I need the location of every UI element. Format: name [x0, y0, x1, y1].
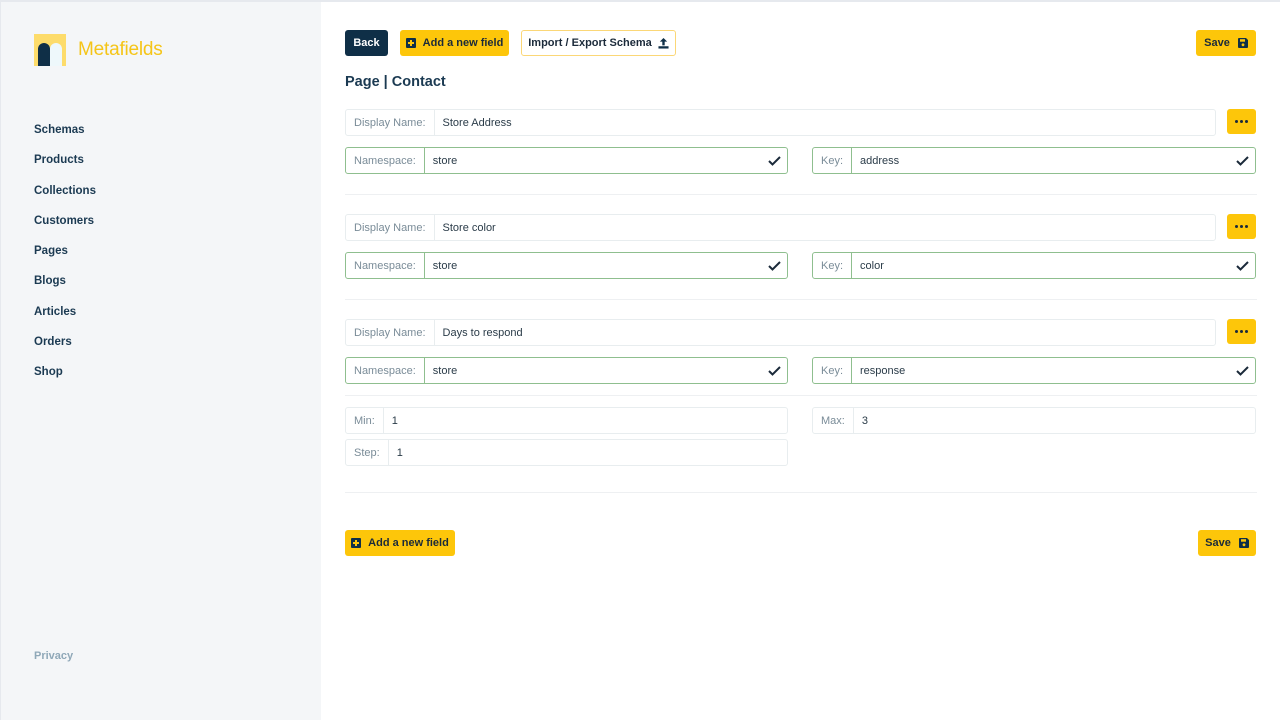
options-divider	[345, 395, 1257, 396]
check-icon	[767, 148, 781, 173]
floppy-disk-icon	[1238, 538, 1249, 548]
key-field[interactable]: Key:	[812, 147, 1256, 174]
sidebar-item-orders[interactable]: Orders	[34, 334, 96, 364]
namespace-label: Namespace:	[346, 148, 425, 173]
upload-icon	[658, 37, 669, 49]
field-divider	[345, 492, 1257, 493]
app-name: Metafields	[78, 39, 163, 60]
page-title: Page | Contact	[345, 74, 446, 90]
add-field-button-label: Add a new field	[368, 537, 449, 549]
logo-mark-icon	[34, 34, 66, 66]
namespace-input[interactable]	[424, 148, 767, 173]
key-input[interactable]	[852, 148, 1235, 173]
max-field[interactable]: Max:	[812, 407, 1256, 434]
sidebar-item-products[interactable]: Products	[34, 152, 96, 182]
display-name-input[interactable]	[434, 215, 1215, 240]
display-name-input[interactable]	[434, 110, 1215, 135]
field-options-button[interactable]	[1227, 214, 1256, 239]
key-input[interactable]	[852, 358, 1235, 383]
sidebar-nav: Schemas Products Collections Customers P…	[34, 122, 96, 395]
namespace-field[interactable]: Namespace:	[345, 147, 788, 174]
key-field[interactable]: Key:	[812, 252, 1256, 279]
min-label: Min:	[346, 408, 384, 433]
max-label: Max:	[813, 408, 854, 433]
field-options-button[interactable]	[1227, 109, 1256, 134]
app-logo[interactable]: Metafields	[34, 34, 163, 66]
field-divider	[345, 194, 1257, 195]
add-field-button-bottom[interactable]: Add a new field	[345, 530, 455, 556]
max-input[interactable]	[853, 408, 1255, 433]
more-dots-icon	[1235, 225, 1238, 228]
sidebar-item-pages[interactable]: Pages	[34, 243, 96, 273]
sidebar-item-blogs[interactable]: Blogs	[34, 273, 96, 303]
more-dots-icon	[1235, 330, 1238, 333]
namespace-label: Namespace:	[346, 358, 425, 383]
check-icon	[767, 253, 781, 278]
display-name-field[interactable]: Display Name:	[345, 109, 1216, 136]
min-input[interactable]	[383, 408, 787, 433]
namespace-field[interactable]: Namespace:	[345, 252, 788, 279]
display-name-input[interactable]	[434, 320, 1215, 345]
namespace-field[interactable]: Namespace:	[345, 357, 788, 384]
sidebar-item-collections[interactable]: Collections	[34, 183, 96, 213]
save-button-bottom[interactable]: Save	[1198, 530, 1256, 556]
import-export-schema-button[interactable]: Import / Export Schema	[521, 30, 676, 56]
privacy-link[interactable]: Privacy	[34, 650, 73, 662]
step-input[interactable]	[388, 440, 787, 465]
import-export-button-label: Import / Export Schema	[528, 37, 652, 49]
save-button-label: Save	[1204, 37, 1230, 49]
key-label: Key:	[813, 253, 853, 278]
check-icon	[1235, 148, 1249, 173]
key-label: Key:	[813, 148, 853, 173]
save-button-top[interactable]: Save	[1196, 30, 1256, 56]
step-field[interactable]: Step:	[345, 439, 788, 466]
namespace-label: Namespace:	[346, 253, 425, 278]
display-name-label: Display Name:	[346, 110, 435, 135]
display-name-field[interactable]: Display Name:	[345, 319, 1216, 346]
sidebar-item-customers[interactable]: Customers	[34, 213, 96, 243]
check-icon	[1235, 253, 1249, 278]
add-field-button-label: Add a new field	[422, 37, 504, 49]
plus-square-icon	[405, 38, 416, 48]
namespace-input[interactable]	[424, 358, 767, 383]
sidebar-item-schemas[interactable]: Schemas	[34, 122, 96, 152]
more-dots-icon	[1235, 120, 1238, 123]
key-label: Key:	[813, 358, 853, 383]
display-name-label: Display Name:	[346, 215, 435, 240]
key-field[interactable]: Key:	[812, 357, 1256, 384]
plus-square-icon	[351, 538, 362, 548]
step-label: Step:	[346, 440, 389, 465]
check-icon	[767, 358, 781, 383]
sidebar-item-shop[interactable]: Shop	[34, 364, 96, 394]
add-field-button[interactable]: Add a new field	[400, 30, 509, 56]
display-name-label: Display Name:	[346, 320, 435, 345]
back-button-label: Back	[353, 37, 380, 49]
namespace-input[interactable]	[424, 253, 767, 278]
min-field[interactable]: Min:	[345, 407, 788, 434]
field-options-button[interactable]	[1227, 319, 1256, 344]
back-button[interactable]: Back	[345, 30, 388, 56]
floppy-disk-icon	[1237, 38, 1248, 48]
sidebar-item-articles[interactable]: Articles	[34, 304, 96, 334]
sidebar: Metafields Schemas Products Collections …	[0, 2, 321, 720]
check-icon	[1235, 358, 1249, 383]
key-input[interactable]	[852, 253, 1235, 278]
save-button-label: Save	[1205, 537, 1231, 549]
display-name-field[interactable]: Display Name:	[345, 214, 1216, 241]
field-divider	[345, 299, 1257, 300]
